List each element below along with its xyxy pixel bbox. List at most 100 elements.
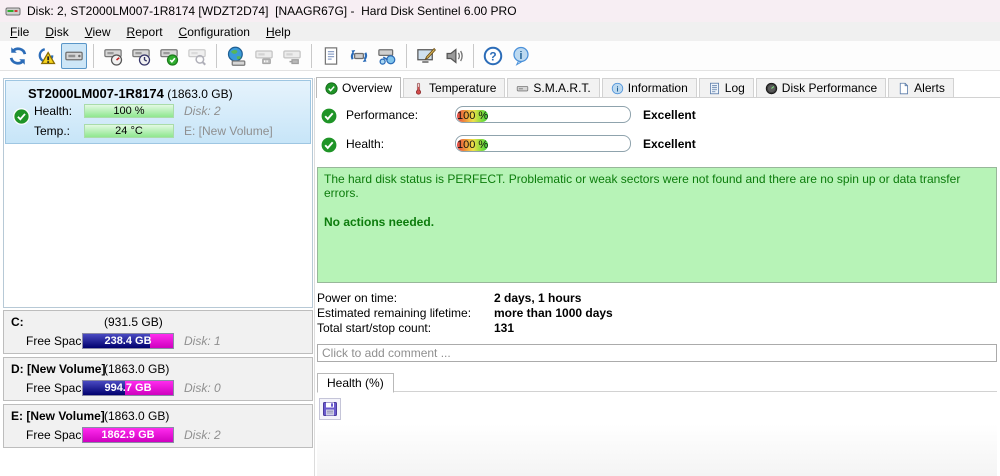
menubar: File Disk View Report Configuration Help (0, 22, 1000, 41)
subtab-strip: Health (%) (317, 372, 997, 393)
toolbar: ? i (0, 41, 1000, 71)
disk-cable-button[interactable] (251, 43, 277, 69)
subtab-health-percent[interactable]: Health (%) (317, 373, 394, 393)
health-bar: 100 % (84, 104, 174, 118)
stat-start-stop-count: Total start/stop count: 131 (317, 321, 613, 336)
monitor-pen-icon (417, 47, 436, 63)
toolbar-separator (216, 43, 217, 68)
disk-size: (1863.0 GB) (167, 87, 233, 101)
free-space-value: 994.7 GB (104, 382, 152, 394)
thermometer-icon (415, 82, 422, 95)
disk-sync-icon (350, 49, 368, 62)
disk-network-icon (378, 48, 396, 65)
window-title: Disk: 2, ST2000LM007-1R8174 [WDZT2D74] [… (27, 4, 517, 18)
refresh-icon (9, 46, 27, 65)
temp-bar: 24 °C (84, 124, 174, 138)
stat-label: Power on time: (317, 291, 398, 305)
menu-help[interactable]: Help (258, 23, 299, 41)
partition-disk-number: Disk: 0 (184, 381, 221, 395)
status-message-box: The hard disk status is PERFECT. Problem… (317, 167, 997, 283)
disk-model: ST2000LM007-1R8174 (28, 86, 164, 101)
free-space-label: Free Space (26, 428, 89, 442)
disk-title: ST2000LM007-1R8174 (1863.0 GB) (28, 86, 233, 101)
tab-strip: Overview Temperature S.M.A.R.T. i Inform… (316, 77, 1000, 98)
menu-file[interactable]: File (2, 23, 37, 41)
free-space-bar: 238.4 GB (82, 333, 174, 349)
partition-name: D: [New Volume] (11, 362, 106, 376)
disk-search-button[interactable] (184, 43, 210, 69)
disk-search-icon (188, 48, 206, 65)
tab-label: Disk Performance (781, 81, 878, 95)
help-button[interactable]: ? (480, 43, 506, 69)
menu-report[interactable]: Report (119, 23, 171, 41)
disk-plug-button[interactable] (279, 43, 305, 69)
panel-splitter[interactable] (314, 78, 315, 476)
disk-detect-button[interactable] (61, 42, 87, 69)
menu-configuration[interactable]: Configuration (171, 23, 258, 41)
check-circle-icon (320, 107, 338, 125)
toolbar-separator (473, 43, 474, 68)
disk-gauge-button[interactable] (100, 43, 126, 69)
status-action-text: No actions needed. (324, 215, 435, 229)
free-space-value: 1862.9 GB (101, 429, 155, 441)
stat-label: Total start/stop count: (317, 321, 432, 335)
partition-item-c[interactable]: C: (931.5 GB) Free Space 238.4 GB Disk: … (3, 310, 313, 354)
partition-item-d[interactable]: D: [New Volume] (1863.0 GB) Free Space 9… (3, 357, 313, 401)
stat-value: 2 days, 1 hours (494, 291, 582, 305)
partition-size: (931.5 GB) (104, 315, 163, 329)
tab-overview[interactable]: Overview (316, 77, 402, 98)
tab-disk-performance[interactable]: Disk Performance (755, 78, 887, 97)
partition-name: C: (11, 315, 24, 329)
tab-temperature[interactable]: Temperature (403, 78, 506, 97)
partition-disk-number: Disk: 2 (184, 428, 221, 442)
page-icon (900, 82, 909, 94)
disk-check-button[interactable] (156, 43, 182, 69)
save-chart-button[interactable] (319, 398, 341, 420)
disk-gauge-icon (104, 48, 123, 66)
tab-information[interactable]: i Information (601, 78, 697, 97)
performance-bar-fill: 100 % (457, 110, 489, 122)
menu-disk[interactable]: Disk (37, 23, 76, 41)
info-button[interactable]: i (508, 43, 534, 69)
disk-sync-button[interactable] (346, 43, 372, 69)
tab-log[interactable]: Log (698, 78, 754, 97)
info-icon: i (513, 46, 529, 66)
health-label: Health: (346, 137, 385, 151)
tab-label: Information (627, 81, 688, 95)
globe-disk-button[interactable] (223, 43, 249, 69)
stat-label: Estimated remaining lifetime: (317, 306, 472, 320)
report-icon (324, 46, 338, 65)
gauge-icon (765, 82, 777, 94)
disk-detect-icon (65, 51, 83, 60)
stats-list: Power on time: 2 days, 1 hours Estimated… (317, 291, 613, 336)
info-icon: i (611, 82, 623, 94)
check-circle-icon (320, 136, 338, 154)
tab-smart[interactable]: S.M.A.R.T. (507, 78, 600, 97)
titlebar: Disk: 2, ST2000LM007-1R8174 [WDZT2D74] [… (0, 0, 1000, 22)
tab-label: S.M.A.R.T. (533, 81, 591, 95)
status-text: The hard disk status is PERFECT. Problem… (324, 172, 961, 200)
disk-item-selected[interactable]: ST2000LM007-1R8174 (1863.0 GB) Health: 1… (5, 80, 311, 144)
refresh-button[interactable] (5, 43, 31, 69)
health-row: Health: 100 % Excellent (316, 135, 1000, 154)
speaker-button[interactable] (441, 43, 467, 69)
tab-label: Temperature (429, 81, 497, 95)
disk-warning-button[interactable] (33, 43, 59, 69)
disk-cable-icon (255, 49, 273, 64)
performance-rating: Excellent (643, 108, 696, 122)
monitor-pen-button[interactable] (413, 43, 439, 69)
partition-size: (1863.0 GB) (104, 362, 170, 376)
health-bar-fill: 100 % (457, 139, 489, 151)
partition-item-e[interactable]: E: [New Volume] (1863.0 GB) Free Space 1… (3, 404, 313, 448)
disk-clock-button[interactable] (128, 43, 154, 69)
menu-view[interactable]: View (77, 23, 119, 41)
comment-input[interactable] (317, 344, 997, 362)
partition-name: E: [New Volume] (11, 409, 105, 423)
disk-clock-icon (132, 48, 151, 66)
free-space-value: 238.4 GB (104, 335, 152, 347)
help-icon: ? (483, 46, 503, 65)
report-button[interactable] (318, 43, 344, 69)
disk-icon (517, 85, 529, 91)
disk-network-button[interactable] (374, 43, 400, 69)
tab-alerts[interactable]: Alerts (888, 78, 954, 97)
